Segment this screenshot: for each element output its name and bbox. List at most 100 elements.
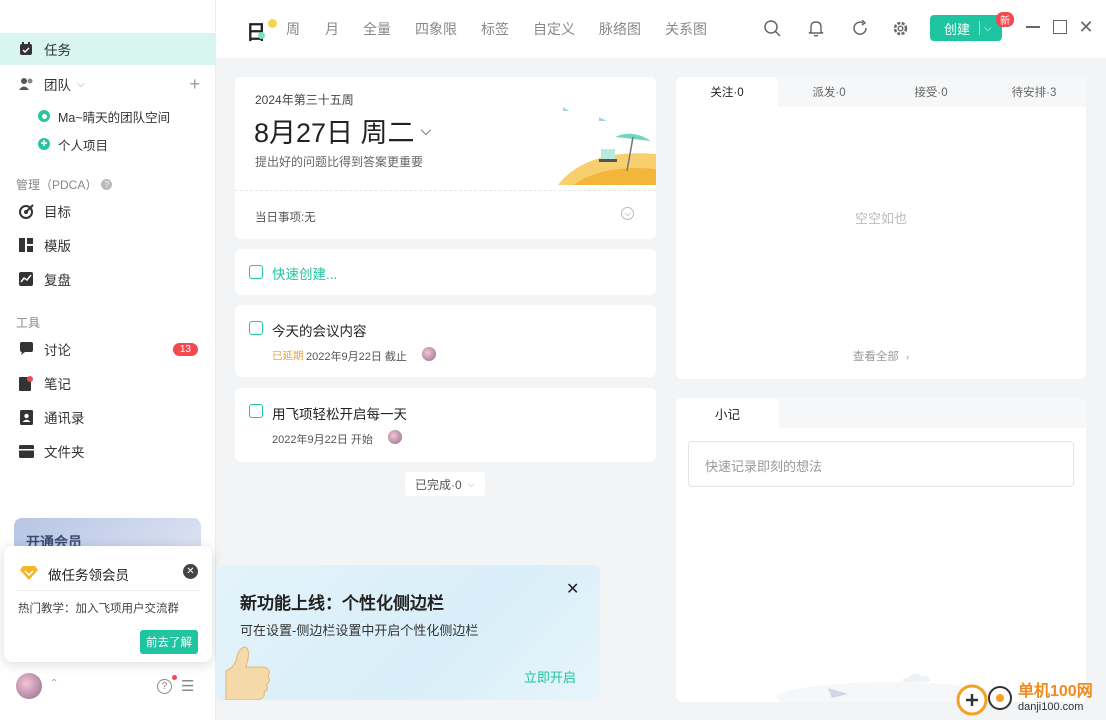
task-meta: 2022年9月22日 开始 [272,434,373,446]
tab-follow[interactable]: 关注·0 [676,77,778,107]
enable-now-button[interactable]: 立即开启 [524,667,576,686]
sidebar-item-contacts[interactable]: 通讯录 [0,401,216,433]
task-item[interactable]: 今天的会议内容 已延期 2022年9月22日 截止 [235,305,656,377]
create-button-label: 创建 [944,21,971,37]
divider [979,21,981,35]
task-checkbox[interactable] [249,404,263,418]
task-title: 用飞项轻松开启每一天 [272,407,407,422]
sidebar-item-goal[interactable]: 目标 [0,195,216,227]
tab-label: 小记 [714,407,740,422]
sidebar-item-label: 文件夹 [44,445,85,460]
day-view-tab[interactable]: 日 [246,16,266,45]
minimize-icon[interactable] [1024,18,1042,36]
sidebar-item-label: 目标 [44,205,71,220]
new-badge: 新 [996,12,1014,27]
tab-mindmap[interactable]: 脉络图 [599,19,641,39]
bell-icon[interactable] [806,18,826,38]
sidebar-item-discussion[interactable]: 讨论 13 [0,333,216,365]
maximize-icon[interactable] [1051,18,1069,36]
sidebar-item-label: 通讯录 [44,411,85,426]
help-icon[interactable]: ? [157,679,172,694]
task-status: 已延期 [272,350,304,362]
sidebar-item-personal-project[interactable]: ✚ 个人项目 [0,131,216,157]
note-input[interactable]: 快速记录即刻的想法 [688,441,1074,487]
task-item[interactable]: 用飞项轻松开启每一天 2022年9月22日 开始 [235,388,656,462]
sidebar-item-tasks[interactable]: 任务 [0,33,216,65]
feature-promo-banner: 新功能上线：个性化侧边栏 可在设置-侧边栏设置中开启个性化侧边栏 ✕ 立即开启 [216,565,600,700]
tab-accepted[interactable]: 接受·0 [880,77,982,107]
sidebar-item-review[interactable]: 复盘 [0,263,216,295]
note-icon [18,375,34,391]
tab-custom[interactable]: 自定义 [533,19,575,39]
date-card: 2024年第三十五周 8月27日 周二 ⌵ 提出好的问题比得到答案更重要 当日事… [235,77,656,239]
chevron-up-icon[interactable]: ⌃ [50,678,58,689]
template-icon [18,237,34,253]
divider [16,590,200,591]
refresh-icon[interactable] [850,18,870,38]
sidebar: 任务 团队 ⌵ + Ma~晴天的团队空间 ✚ 个人项目 管理（PDCA） ? 目… [0,0,216,720]
calendar-check-icon [18,41,34,57]
section-label-text: 管理（PDCA） [16,178,98,192]
search-icon[interactable] [762,18,782,38]
sidebar-item-notes[interactable]: 笔记 [0,367,216,399]
view-all-label: 查看全部 [852,351,899,363]
help-icon[interactable]: ? [101,179,113,190]
tab-quadrant[interactable]: 四象限 [415,19,457,39]
quick-create-input[interactable]: 快速创建... [272,263,337,283]
users-icon [18,76,34,92]
sidebar-item-folder[interactable]: 文件夹 [0,435,216,467]
expand-icon[interactable]: ⌵ [621,207,634,220]
task-meta: 2022年9月22日 截止 [306,351,407,363]
sidebar-item-label: 团队 [44,78,71,93]
create-button[interactable]: 创建 ⌵ [930,15,1002,41]
target-icon [18,203,34,219]
sidebar-item-team[interactable]: 团队 ⌵ + [0,68,216,100]
close-icon[interactable]: ✕ [566,579,579,599]
tab-label: 派发·0 [812,87,846,99]
close-icon[interactable]: ✕ [183,564,198,579]
sidebar-item-label: 笔记 [44,377,71,392]
divider [235,190,656,191]
close-window-icon[interactable]: ✕ [1077,17,1095,37]
notification-dot [172,675,177,680]
project-icon: ✚ [38,138,50,150]
completed-toggle[interactable]: 已完成·0 ⌵ [405,472,485,496]
chevron-down-icon[interactable]: ⌵ [984,23,992,34]
tab-all[interactable]: 全量 [363,19,391,39]
sidebar-item-team-space[interactable]: Ma~晴天的团队空间 [0,103,216,129]
view-all-link[interactable]: 查看全部 › [676,348,1086,364]
sidebar-item-label: 复盘 [44,273,71,288]
sidebar-item-template[interactable]: 模版 [0,229,216,261]
gear-icon[interactable] [890,18,910,38]
tab-month[interactable]: 月 [325,19,339,39]
tab-quick-note[interactable]: 小记 [676,398,779,428]
folder-icon [18,443,34,459]
vip-popup: 做任务领会员 ✕ 热门教学：加入飞项用户交流群 前去了解 [4,546,212,662]
chevron-down-icon: ⌵ [467,478,475,489]
menu-icon[interactable]: ☰ [181,677,194,695]
quick-create-card[interactable]: 快速创建... [235,249,656,295]
date-title[interactable]: 8月27日 周二 ⌵ [254,111,431,150]
watermark-name: 单机100网 [1018,683,1093,701]
tab-dispatched[interactable]: 派发·0 [778,77,880,107]
week-label: 2024年第三十五周 [255,93,354,107]
user-avatar[interactable] [16,673,42,699]
learn-more-button[interactable]: 前去了解 [140,630,198,654]
add-team-icon[interactable]: + [189,74,200,95]
tab-tags[interactable]: 标签 [481,19,509,39]
discussion-count-badge: 13 [172,342,198,356]
tab-pending[interactable]: 待安排·3 [982,77,1086,107]
watermark: 单机100网 danji100.com [956,678,1093,718]
empty-state-text: 空空如也 [854,211,907,226]
watermark-text: 单机100网 danji100.com [1018,683,1093,713]
note-card: 小记 快速记录即刻的想法 [676,398,1086,702]
vip-popup-title: 做任务领会员 [48,568,129,583]
vip-popup-text: 热门教学：加入飞项用户交流群 [18,603,179,615]
chevron-right-icon: › [906,352,910,362]
task-checkbox[interactable] [249,321,263,335]
tab-relation[interactable]: 关系图 [665,19,707,39]
team-space-icon [38,110,50,122]
review-chart-icon [18,271,34,287]
assignee-avatar [388,430,402,444]
tab-week[interactable]: 周 [286,19,300,39]
